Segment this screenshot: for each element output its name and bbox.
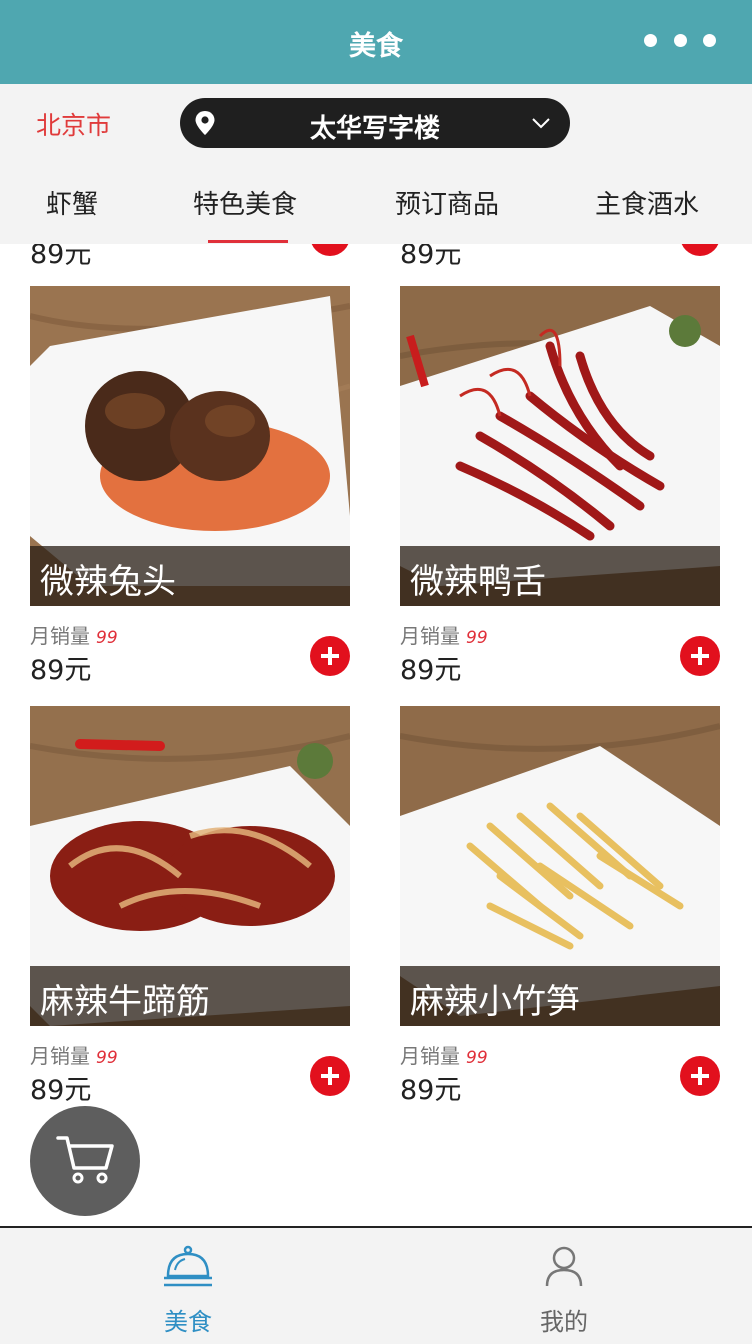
monthly-sales: 月销量 99 (30, 624, 118, 648)
page-title: 美食 (349, 31, 403, 62)
nav-item-me[interactable]: 我的 (376, 1228, 752, 1344)
food-cloche-icon (164, 1245, 212, 1287)
chevron-down-icon (532, 118, 550, 129)
add-to-cart-button[interactable] (680, 1056, 720, 1096)
product-price: 89元 (400, 1075, 462, 1106)
bottom-nav: 美食 我的 (0, 1226, 752, 1344)
product-card[interactable]: 麻辣小竹笋 月销量 99 89元 (400, 706, 720, 1106)
monthly-sales: 月销量 99 (30, 1044, 118, 1068)
product-name-overlay: 麻辣小竹笋 (400, 966, 720, 1026)
peek-price: 89元 (30, 244, 92, 270)
cart-button[interactable] (30, 1106, 140, 1216)
product-card[interactable]: 微辣鸭舌 月销量 99 89元 (400, 286, 720, 686)
tab-preorder-items[interactable]: 预订商品 (395, 184, 499, 221)
active-tab-indicator (208, 240, 288, 243)
add-to-cart-button[interactable] (310, 1056, 350, 1096)
peek-add-button[interactable] (310, 244, 350, 256)
product-name-overlay: 微辣鸭舌 (400, 546, 720, 606)
nav-item-food[interactable]: 美食 (0, 1228, 376, 1344)
product-image[interactable]: 微辣兔头 (30, 286, 350, 606)
product-name: 麻辣小竹笋 (410, 982, 580, 1022)
nav-label: 我的 (540, 1308, 588, 1336)
address-text: 太华写字楼 (309, 114, 440, 144)
title-bar: 美食 (0, 0, 752, 84)
product-name: 微辣鸭舌 (410, 562, 546, 602)
peek-add-button[interactable] (680, 244, 720, 256)
product-name: 微辣兔头 (40, 562, 176, 602)
product-price: 89元 (30, 655, 92, 686)
shopping-cart-icon (56, 1136, 114, 1184)
add-to-cart-button[interactable] (680, 636, 720, 676)
tab-staples-drinks[interactable]: 主食酒水 (595, 184, 699, 221)
nav-label: 美食 (164, 1308, 212, 1336)
page: 美食 北京市 太华写字楼 虾蟹 特色美食 预订商品 主食酒水 89元 89元 微… (0, 0, 752, 1344)
address-selector[interactable]: 太华写字楼 (180, 98, 570, 148)
product-card[interactable]: 麻辣牛蹄筋 月销量 99 89元 (30, 706, 350, 1106)
tab-specialty-food[interactable]: 特色美食 (193, 184, 297, 221)
product-image[interactable]: 麻辣牛蹄筋 (30, 706, 350, 1026)
product-price: 89元 (30, 1075, 92, 1106)
product-name: 麻辣牛蹄筋 (40, 982, 210, 1022)
product-card[interactable]: 微辣兔头 月销量 99 89元 (30, 286, 350, 686)
location-bar: 北京市 太华写字楼 (0, 84, 752, 162)
monthly-sales: 月销量 99 (400, 624, 488, 648)
peek-price: 89元 (400, 244, 462, 270)
tab-shrimp-crab[interactable]: 虾蟹 (46, 184, 98, 221)
product-image[interactable]: 微辣鸭舌 (400, 286, 720, 606)
product-grid: 89元 89元 微辣兔头 月销量 99 89元 微辣鸭舌 月销量 99 89元 … (0, 244, 752, 1226)
category-tabs: 虾蟹 特色美食 预订商品 主食酒水 (0, 162, 752, 244)
product-name-overlay: 微辣兔头 (30, 546, 350, 606)
product-name-overlay: 麻辣牛蹄筋 (30, 966, 350, 1026)
monthly-sales: 月销量 99 (400, 1044, 488, 1068)
more-dots-icon[interactable] (644, 32, 716, 48)
user-profile-icon (545, 1246, 583, 1287)
product-image[interactable]: 麻辣小竹笋 (400, 706, 720, 1026)
city-selector[interactable]: 北京市 (36, 106, 111, 142)
product-price: 89元 (400, 655, 462, 686)
add-to-cart-button[interactable] (310, 636, 350, 676)
